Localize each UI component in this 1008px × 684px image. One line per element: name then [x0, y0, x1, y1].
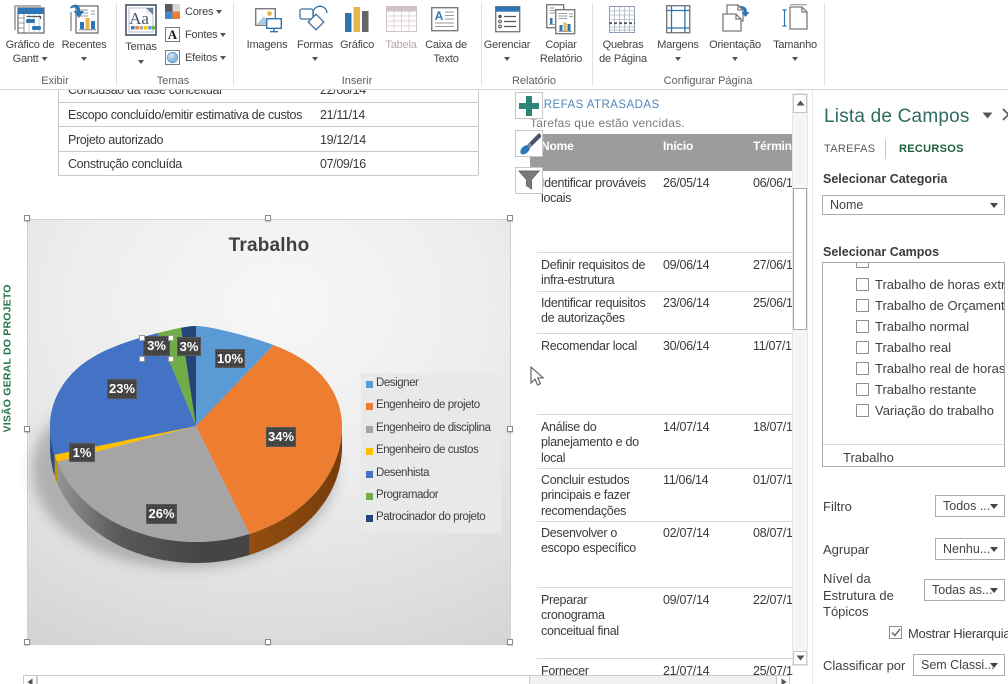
- svg-text:Aa: Aa: [129, 9, 149, 28]
- svg-text:A: A: [168, 27, 178, 42]
- svg-text:A: A: [435, 9, 444, 23]
